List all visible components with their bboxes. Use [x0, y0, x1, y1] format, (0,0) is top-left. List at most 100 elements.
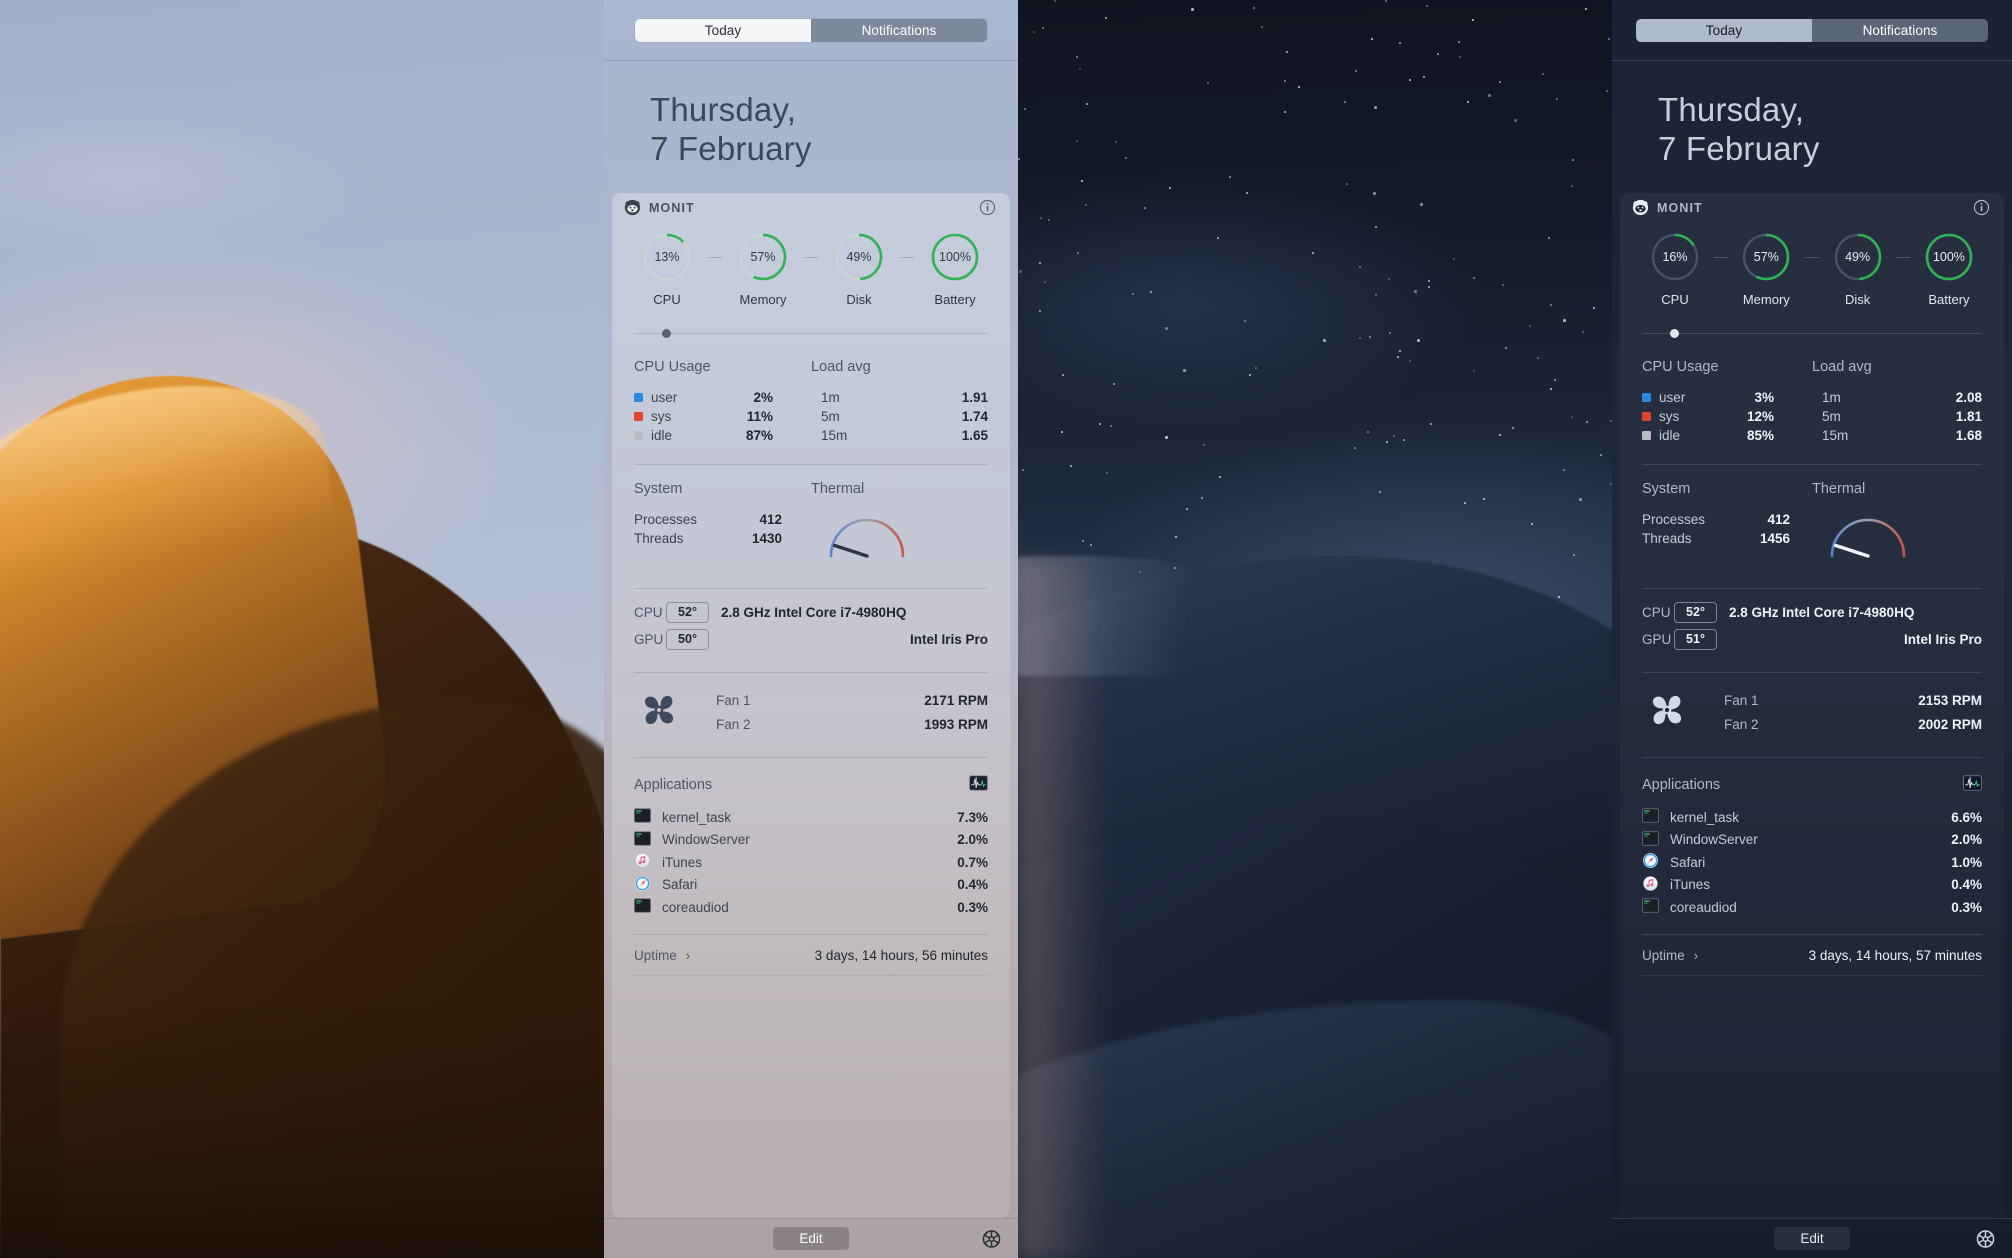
cpu-usage-key: user: [1659, 389, 1686, 405]
tab-today[interactable]: Today: [1636, 19, 1812, 42]
load-avg-value: 1.74: [961, 408, 988, 424]
application-row[interactable]: kernel_task 6.6%: [1642, 806, 1982, 829]
cpu-usage-column: CPU Usage user 3% sys 12% idle 85%: [1642, 359, 1812, 445]
load-avg-value: 1.81: [1955, 408, 1982, 424]
cpu-usage-row: idle 87%: [634, 426, 811, 445]
cpu-usage-value: 87%: [745, 427, 773, 443]
edit-button[interactable]: Edit: [773, 1227, 849, 1250]
temp-description: 2.8 GHz Intel Core i7-4980HQ: [721, 604, 907, 620]
gauge-connector: [804, 257, 818, 259]
gauge-value: 49%: [1845, 249, 1871, 264]
segmented-control[interactable]: Today Notifications: [1636, 19, 1988, 42]
gauge-memory[interactable]: 57% Memory: [1735, 231, 1797, 307]
load-avg-row: 1m 2.08: [1812, 388, 1982, 407]
monit-widget[interactable]: MONIT 13% CPU 57% Memory 49% Disk 100% Battery CP…: [612, 192, 1010, 1218]
gauge-connector: [708, 257, 722, 259]
fans-block: Fan 1 2171 RPM Fan 2 1993 RPM: [634, 673, 988, 738]
gauge-ring-disk: 49%: [1832, 231, 1884, 283]
system-title: System: [634, 480, 683, 497]
load-avg-value: 2.08: [1955, 389, 1982, 405]
gauge-memory[interactable]: 57% Memory: [732, 231, 794, 307]
gauge-connector: [1896, 257, 1911, 259]
application-row[interactable]: iTunes 0.7%: [634, 851, 988, 874]
fan-icon: [1642, 687, 1724, 738]
info-circle-icon[interactable]: [979, 199, 996, 216]
application-row[interactable]: coreaudiod 0.3%: [634, 896, 988, 919]
uptime-row[interactable]: Uptime › 3 days, 14 hours, 57 minutes: [1642, 935, 1982, 975]
cpu-load-block: CPU Usage user 2% sys 11% idle 87% Load avg 1m 1.…: [634, 343, 988, 445]
application-name: WindowServer: [1670, 832, 1758, 848]
system-row: Threads 1456: [1642, 529, 1812, 548]
application-cpu-percent: 0.4%: [957, 877, 988, 893]
terminal-icon: [1642, 808, 1670, 826]
load-avg-title: Load avg: [1812, 358, 1872, 375]
load-avg-row: 1m 1.91: [811, 388, 988, 407]
load-avg-key: 15m: [1822, 427, 1849, 443]
application-name: iTunes: [1670, 877, 1711, 893]
safari-icon: [634, 875, 662, 894]
cpu-usage-row: user 2%: [634, 388, 811, 407]
load-avg-value: 1.68: [1955, 427, 1982, 443]
thermal-gauge-icon: [1812, 510, 1982, 569]
gauge-ring-battery: 100%: [1923, 231, 1975, 283]
tab-today[interactable]: Today: [635, 19, 811, 42]
application-row[interactable]: WindowServer 2.0%: [634, 828, 988, 851]
activity-monitor-icon[interactable]: [1963, 775, 1982, 796]
widget-pager[interactable]: [634, 325, 988, 341]
edit-button[interactable]: Edit: [1774, 1227, 1850, 1250]
application-row[interactable]: coreaudiod 0.3%: [1642, 896, 1982, 919]
application-row[interactable]: Safari 1.0%: [1642, 851, 1982, 874]
gauge-cpu[interactable]: 16% CPU: [1644, 231, 1706, 307]
cpu-usage-column: CPU Usage user 2% sys 11% idle 87%: [634, 359, 811, 445]
gauge-battery[interactable]: 100% Battery: [1918, 231, 1980, 307]
cpu-usage-row: user 3%: [1642, 388, 1812, 407]
cpu-usage-row: sys 12%: [1642, 407, 1812, 426]
gauge-disk[interactable]: 49% Disk: [1827, 231, 1889, 307]
fan-row: Fan 2 1993 RPM: [716, 712, 988, 736]
application-row[interactable]: iTunes 0.4%: [1642, 873, 1982, 896]
pager-dot[interactable]: [1670, 328, 1679, 338]
tab-notifications[interactable]: Notifications: [1812, 19, 1988, 42]
gauge-label: CPU: [653, 291, 681, 307]
gauge-label: Battery: [1928, 291, 1970, 307]
system-key: Threads: [1642, 530, 1692, 546]
itunes-icon: [634, 853, 662, 871]
gauge-disk[interactable]: 49% Disk: [828, 231, 890, 307]
notification-center-dark[interactable]: Today Notifications Thursday, 7 February MON…: [1612, 0, 2012, 1258]
system-title: System: [1642, 480, 1691, 497]
terminal-icon: [634, 830, 662, 849]
system-row: Threads 1430: [634, 529, 811, 548]
temp-row-cpu: CPU 52° 2.8 GHz Intel Core i7-4980HQ: [1642, 599, 1982, 626]
monit-widget[interactable]: MONIT 16% CPU 57% Memory 49% Disk 100% Battery CP…: [1620, 192, 2004, 1218]
pager-dot[interactable]: [662, 328, 671, 338]
thermal-column: Thermal: [1812, 481, 1982, 569]
gauge-battery[interactable]: 100% Battery: [924, 231, 986, 307]
application-cpu-percent: 0.4%: [1951, 877, 1982, 893]
fans-block: Fan 1 2153 RPM Fan 2 2002 RPM: [1642, 673, 1982, 738]
application-row[interactable]: kernel_task 7.3%: [634, 806, 988, 829]
segmented-control[interactable]: Today Notifications: [635, 19, 987, 42]
panel-footer: Edit: [1612, 1218, 2012, 1258]
widget-pager[interactable]: [1642, 325, 1982, 341]
gauge-ring-memory: 57%: [737, 231, 789, 283]
application-name: coreaudiod: [662, 899, 729, 915]
application-name: WindowServer: [662, 832, 750, 848]
gauge-value: 57%: [750, 249, 776, 264]
gauge-cpu[interactable]: 13% CPU: [636, 231, 698, 307]
application-row[interactable]: Safari 0.4%: [634, 873, 988, 896]
system-row: Processes 412: [1642, 510, 1812, 529]
load-avg-value: 1.65: [961, 427, 988, 443]
load-avg-row: 5m 1.74: [811, 407, 988, 426]
uptime-row[interactable]: Uptime › 3 days, 14 hours, 56 minutes: [634, 935, 988, 975]
gauge-value: 57%: [1753, 249, 1779, 264]
info-circle-icon[interactable]: [1973, 199, 1990, 216]
temp-chip: 52°: [1674, 601, 1717, 623]
application-row[interactable]: WindowServer 2.0%: [1642, 828, 1982, 851]
notification-center-light[interactable]: Today Notifications Thursday, 7 February MON…: [604, 0, 1018, 1258]
widget-bottom-line: [634, 975, 988, 977]
tab-notifications[interactable]: Notifications: [811, 19, 987, 42]
activity-monitor-icon[interactable]: [969, 775, 988, 796]
application-name: coreaudiod: [1670, 899, 1737, 915]
tab-bar: Today Notifications: [1612, 0, 2012, 60]
load-avg-key: 5m: [821, 408, 840, 424]
